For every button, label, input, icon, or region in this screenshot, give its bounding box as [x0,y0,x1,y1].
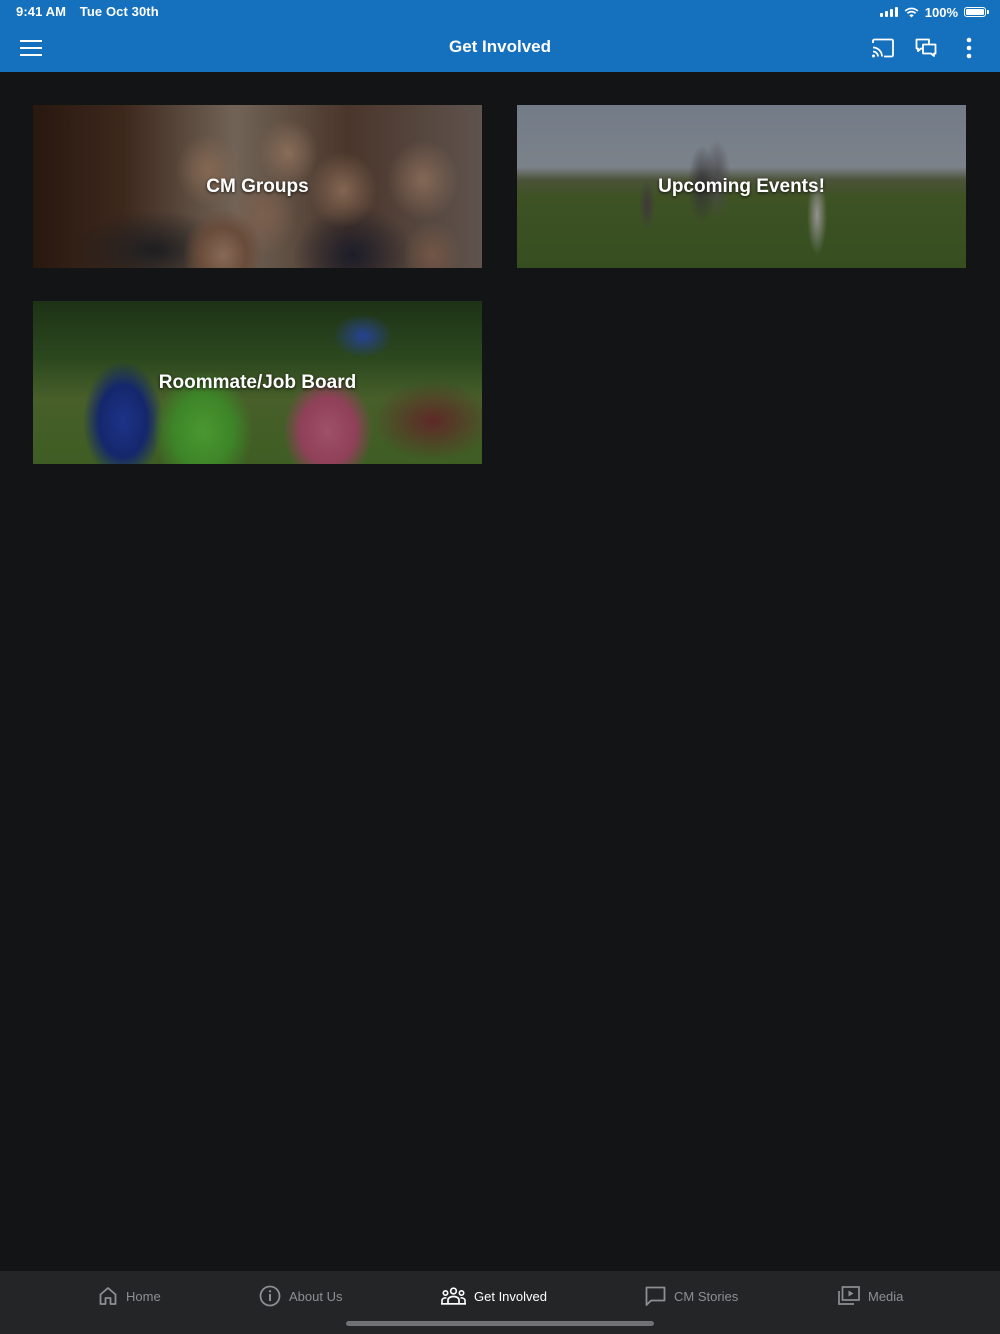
card-label: Roommate/Job Board [158,371,357,393]
page-title: Get Involved [448,37,552,56]
tab-label: Home [126,1288,161,1304]
tab-get-involved[interactable]: Get Involved [441,1271,547,1321]
card-cm-groups[interactable]: CM Groups [33,105,482,268]
tab-label: CM Stories [674,1288,739,1304]
status-bar-left: 9:41 AM Tue Oct 30th [16,4,159,19]
tab-label: Get Involved [474,1288,547,1304]
chat-icon [915,38,937,57]
wifi-icon [904,7,919,17]
home-indicator[interactable] [346,1321,654,1326]
home-icon [99,1287,117,1305]
battery-percent: 100% [924,4,958,20]
signal-icon [879,7,898,17]
card-label: CM Groups [206,175,309,197]
tab-about-us[interactable]: About Us [259,1271,342,1321]
cast-icon [872,38,894,58]
card-upcoming-events[interactable]: Upcoming Events! [517,105,966,268]
status-date: Tue Oct 30th [79,4,159,19]
people-group-icon [441,1287,466,1305]
battery-icon [964,7,989,17]
more-options-button[interactable] [955,34,983,62]
more-vertical-icon [966,37,972,59]
card-roommate-job-board[interactable]: Roommate/Job Board [33,301,482,464]
cast-button[interactable] [869,34,897,62]
card-label: Upcoming Events! [658,175,825,197]
tab-cm-stories[interactable]: CM Stories [645,1271,738,1321]
tab-label: About Us [289,1288,343,1304]
chat-bubble-icon [645,1286,666,1306]
status-bar-right: 100% [879,4,989,20]
tab-media[interactable]: Media [838,1271,903,1321]
media-play-icon [838,1286,860,1305]
status-time: 9:41 AM [16,4,67,19]
tab-label: Media [868,1288,904,1304]
app-header: 9:41 AM Tue Oct 30th 100% Get Involved [0,0,1000,72]
chat-button[interactable] [912,34,940,62]
tab-home[interactable]: Home [98,1271,161,1321]
info-icon [259,1285,281,1307]
